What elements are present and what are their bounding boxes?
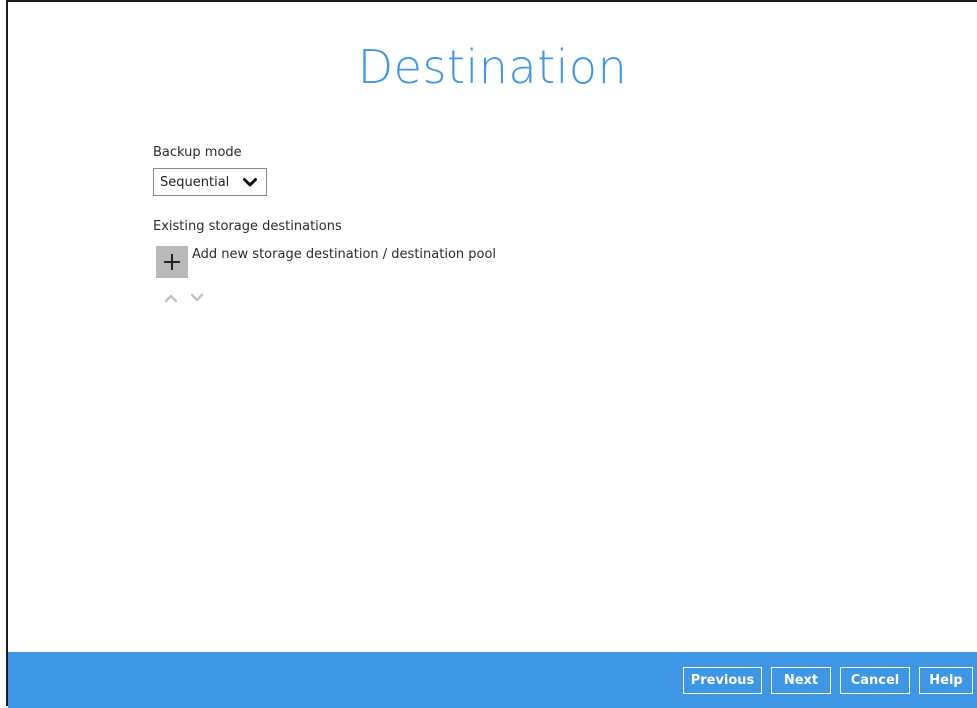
backup-mode-select[interactable]: Sequential [153, 168, 267, 196]
previous-button[interactable]: Previous [683, 667, 762, 694]
chevron-down-icon [243, 178, 257, 187]
move-down-chevron-down-icon[interactable] [190, 293, 204, 303]
footer-buttons: Previous Next Cancel Help [683, 667, 973, 694]
backup-mode-label: Backup mode [153, 145, 242, 160]
next-button[interactable]: Next [771, 667, 831, 694]
plus-icon [164, 254, 180, 270]
page-title: Destination [357, 40, 628, 94]
cancel-button[interactable]: Cancel [840, 667, 910, 694]
add-storage-label: Add new storage destination / destinatio… [192, 247, 497, 262]
destination-window: Destination Backup mode Sequential Exist… [6, 0, 977, 708]
add-storage-button[interactable] [156, 246, 188, 278]
footer-bar: Previous Next Cancel Help [8, 652, 977, 708]
move-up-chevron-up-icon[interactable] [164, 293, 178, 303]
existing-storage-label: Existing storage destinations [153, 219, 342, 234]
reorder-controls [164, 293, 204, 303]
add-storage-destination[interactable]: Add new storage destination / destinatio… [156, 246, 496, 278]
help-button[interactable]: Help [919, 667, 973, 694]
backup-mode-value: Sequential [160, 174, 230, 190]
